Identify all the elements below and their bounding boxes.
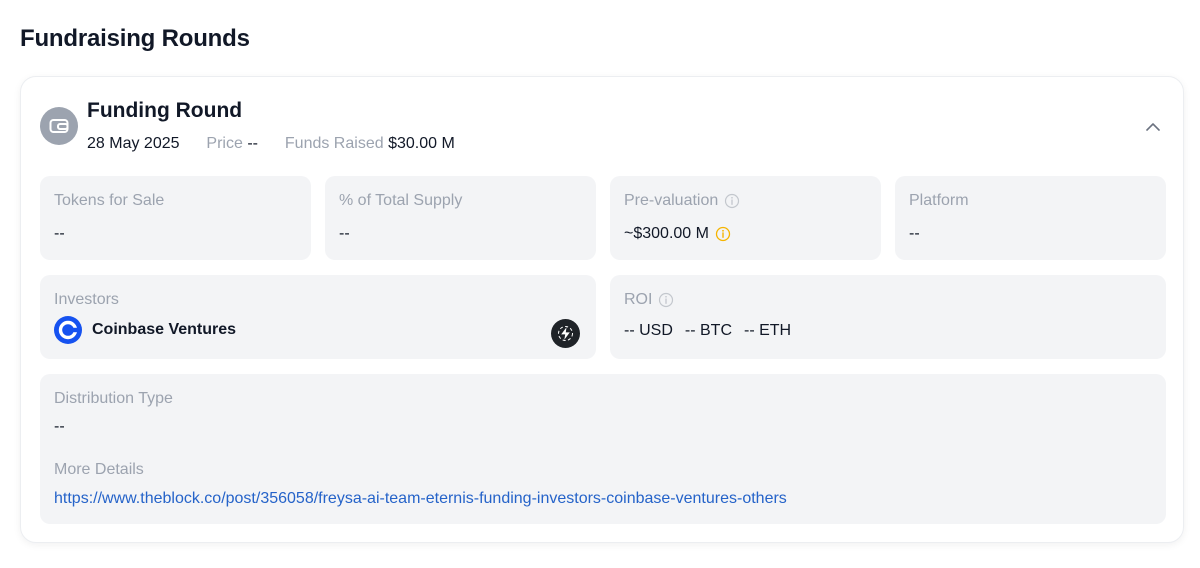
investor-name: Coinbase Ventures xyxy=(92,321,237,338)
coinbase-logo-icon xyxy=(54,316,82,344)
distribution-type-value: -- xyxy=(54,418,65,435)
platform-label: Platform xyxy=(909,192,969,209)
round-date: 28 May 2025 xyxy=(87,135,180,152)
investor-item[interactable]: Coinbase Ventures xyxy=(54,316,236,344)
pre-valuation-value: ~$300.00 M xyxy=(624,225,731,243)
pre-valuation-label: Pre-valuation xyxy=(624,192,740,210)
info-icon[interactable] xyxy=(724,193,740,209)
wallet-icon xyxy=(40,107,78,145)
more-details-label: More Details xyxy=(54,461,144,478)
distribution-tile: Distribution Type -- More Details https:… xyxy=(40,374,1166,524)
tokens-for-sale-value: -- xyxy=(54,225,65,242)
roi-tile: ROI -- USD -- BTC -- ETH xyxy=(610,275,1166,359)
price-label: Price xyxy=(206,135,243,152)
info-icon[interactable] xyxy=(658,292,674,308)
platform-value: -- xyxy=(909,225,920,242)
collapse-button[interactable] xyxy=(1141,115,1165,139)
investors-tile: Investors Coinbase Ventures xyxy=(40,275,596,359)
total-supply-label: % of Total Supply xyxy=(339,192,463,209)
more-details-link[interactable]: https://www.theblock.co/post/356058/frey… xyxy=(54,490,787,508)
round-meta: 28 May 2025 Price -- Funds Raised $30.00… xyxy=(87,135,455,153)
section-title: Fundraising Rounds xyxy=(20,25,250,52)
roi-btc: -- BTC xyxy=(684,322,732,339)
roi-eth: -- ETH xyxy=(744,322,792,339)
pre-valuation-tile: Pre-valuation ~$300.00 M xyxy=(610,176,881,260)
total-supply-tile: % of Total Supply -- xyxy=(325,176,596,260)
lightning-icon[interactable] xyxy=(551,319,580,348)
roi-usd: -- USD xyxy=(624,322,673,339)
funding-round-card: Funding Round 28 May 2025 Price -- Funds… xyxy=(20,76,1184,543)
roi-values: -- USD -- BTC -- ETH xyxy=(624,322,791,340)
tokens-for-sale-tile: Tokens for Sale -- xyxy=(40,176,311,260)
tokens-for-sale-label: Tokens for Sale xyxy=(54,192,165,209)
funds-raised-value: $30.00 M xyxy=(388,135,455,152)
funds-raised-label: Funds Raised xyxy=(284,135,384,152)
chevron-up-icon xyxy=(1146,123,1160,131)
warning-info-icon[interactable] xyxy=(715,226,731,242)
distribution-type-label: Distribution Type xyxy=(54,390,173,407)
round-title: Funding Round xyxy=(87,99,243,122)
platform-tile: Platform -- xyxy=(895,176,1166,260)
roi-label: ROI xyxy=(624,291,674,309)
investors-label: Investors xyxy=(54,291,119,308)
page: Fundraising Rounds Funding Round 28 May … xyxy=(0,0,1200,568)
price-value: -- xyxy=(247,135,258,152)
total-supply-value: -- xyxy=(339,225,350,242)
